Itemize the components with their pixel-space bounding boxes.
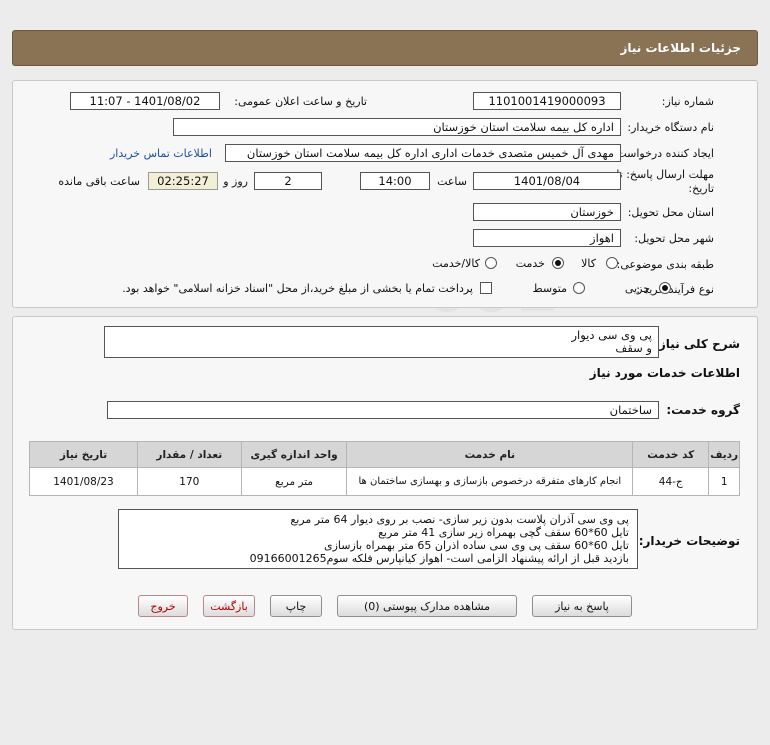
- treasury-payment-note: پرداخت تمام یا بخشی از مبلغ خرید،از محل …: [122, 282, 473, 295]
- page-title-bar: جزئیات اطلاعات نیاز: [12, 30, 758, 66]
- cell-name: انجام کارهای متفرقه درخصوص بازسازی و بهس…: [346, 467, 634, 496]
- cell-qty: 170: [136, 467, 242, 496]
- purchase-minor-radio[interactable]: [659, 282, 671, 294]
- table-header-row: ردیف کد خدمت نام خدمت واحد اندازه گیری ت…: [29, 441, 740, 468]
- attachments-button[interactable]: مشاهده مدارک پیوستی (0): [337, 595, 517, 617]
- col-header-date: تاریخ نیاز: [29, 441, 138, 468]
- col-header-unit: واحد اندازه گیری: [240, 441, 348, 468]
- need-info-panel: [12, 80, 758, 308]
- category-service-radio[interactable]: [552, 257, 564, 269]
- remaining-time-field: 02:25:27: [148, 172, 218, 190]
- days-field: 2: [254, 172, 322, 190]
- need-number-field: 1101001419000093: [473, 92, 621, 110]
- deadline-date-label: تاریخ:: [688, 182, 714, 195]
- category-label: طبقه بندی موضوعی:: [616, 258, 714, 271]
- buyer-org-label: نام دستگاه خریدار:: [627, 121, 714, 134]
- col-header-row: ردیف: [708, 441, 740, 468]
- purchase-medium-label: متوسط: [532, 282, 567, 295]
- city-field: اهواز: [473, 229, 621, 247]
- buyer-note-line: بازدید قبل از ارائه پیشنهاد الزامی است- …: [249, 552, 629, 565]
- deadline-label: مهلت ارسال پاسخ: تا: [616, 168, 714, 181]
- treasury-payment-checkbox[interactable]: [480, 282, 492, 294]
- summary-line: و سقف: [615, 341, 652, 355]
- category-goods-radio[interactable]: [606, 257, 618, 269]
- category-goods-label: کالا: [581, 257, 596, 270]
- service-group-field: ساختمان: [107, 401, 659, 419]
- contact-info-link[interactable]: اطلاعات تماس خریدار: [110, 147, 212, 160]
- cell-code: ج-44: [632, 467, 710, 496]
- category-service-label: خدمت: [515, 257, 545, 270]
- deadline-time-field: 14:00: [360, 172, 430, 190]
- services-table: ردیف کد خدمت نام خدمت واحد اندازه گیری ت…: [29, 441, 740, 496]
- summary-label: شرح کلی نیاز:: [654, 337, 740, 351]
- back-button[interactable]: بازگشت: [203, 595, 255, 617]
- service-group-label: گروه خدمت:: [666, 403, 740, 417]
- table-row: 1 ج-44 انجام کارهای متفرقه درخصوص بازساز…: [29, 467, 740, 496]
- col-header-qty: تعداد / مقدار: [136, 441, 242, 468]
- category-goods-service-radio[interactable]: [485, 257, 497, 269]
- province-label: استان محل تحویل:: [627, 206, 714, 219]
- city-label: شهر محل تحویل:: [634, 232, 714, 245]
- summary-field: پی وی سی دیوار و سقف: [104, 326, 659, 358]
- services-section-title: اطلاعات خدمات مورد نیاز: [589, 366, 740, 380]
- province-field: خوزستان: [473, 203, 621, 221]
- requester-field: مهدی آل خمیس متصدی خدمات اداری اداره کل …: [225, 144, 621, 162]
- days-label: روز و: [223, 175, 248, 188]
- category-goods-service-label: کالا/خدمت: [432, 257, 480, 270]
- buyer-note-line: تایل 60*60 سقف پی وی سی ساده اذران 65 مت…: [324, 539, 629, 552]
- announce-label: تاریخ و ساعت اعلان عمومی:: [234, 95, 367, 108]
- col-header-code: کد خدمت: [632, 441, 710, 468]
- purchase-medium-radio[interactable]: [573, 282, 585, 294]
- cell-date: 1401/08/23: [29, 467, 138, 496]
- cell-unit: متر مربع: [240, 467, 348, 496]
- remaining-time-label: ساعت باقی مانده: [58, 175, 140, 188]
- reply-button[interactable]: پاسخ به نیاز: [532, 595, 632, 617]
- buyer-org-field: اداره کل بیمه سلامت استان خوزستان: [173, 118, 621, 136]
- buyer-note-line: پی وی سی آذران پلاست بدون زیر سازی- نصب …: [290, 513, 629, 526]
- buyer-notes-label: توضیحات خریدار:: [638, 534, 740, 548]
- need-number-label: شماره نیاز:: [661, 95, 714, 108]
- deadline-time-label: ساعت: [437, 175, 467, 188]
- col-header-name: نام خدمت: [346, 441, 634, 468]
- exit-button[interactable]: خروج: [138, 595, 188, 617]
- requester-label: ایجاد کننده درخواست:: [612, 147, 714, 160]
- cell-row: 1: [708, 467, 740, 496]
- announce-field: 1401/08/02 - 11:07: [70, 92, 220, 110]
- purchase-minor-label: جزیی: [624, 282, 650, 295]
- print-button[interactable]: چاپ: [270, 595, 322, 617]
- summary-line: پی وی سی دیوار: [571, 328, 652, 342]
- buyer-note-line: تایل 60*60 سقف گچی بهمراه زیر سازی 41 مت…: [378, 526, 629, 539]
- page-title: جزئیات اطلاعات نیاز: [620, 41, 741, 55]
- deadline-date-field: 1401/08/04: [473, 172, 621, 190]
- buyer-notes-box: پی وی سی آذران پلاست بدون زیر سازی- نصب …: [118, 509, 638, 569]
